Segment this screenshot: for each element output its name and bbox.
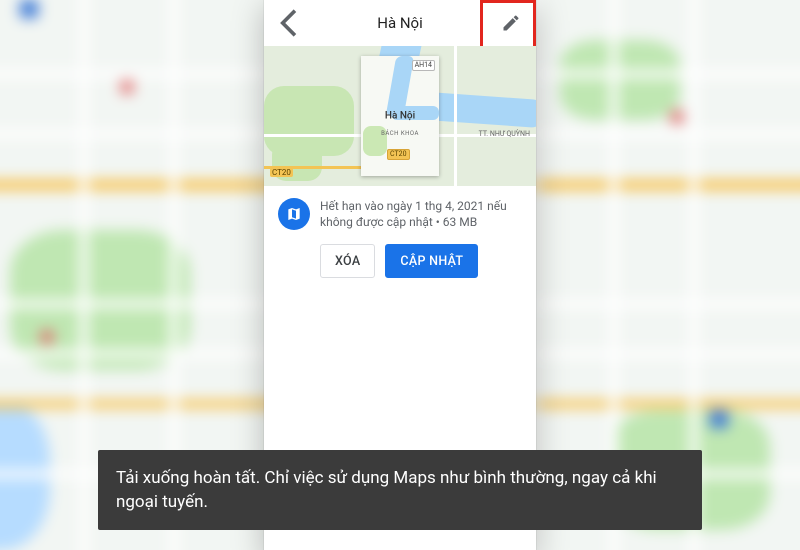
map-thumbnail[interactable]: AH14 CT20 Hà Nội BÁCH KHOA xyxy=(361,56,439,176)
road-label-ah14: AH14 xyxy=(412,60,435,71)
pencil-icon xyxy=(501,13,521,33)
map-preview-area: CT20 TT. NHƯ QUỲNH AH14 CT20 Hà Nội BÁCH… xyxy=(264,46,536,186)
caption-toast: Tải xuống hoàn tất. Chỉ việc sử dụng Map… xyxy=(98,450,702,530)
expiry-text: Hết hạn vào ngày 1 thg 4, 2021 nếu không… xyxy=(320,198,522,230)
page-title: Hà Nội xyxy=(377,14,422,32)
thumbnail-district-label: BÁCH KHOA xyxy=(381,130,419,137)
delete-button[interactable]: XÓA xyxy=(320,244,375,278)
info-row: Hết hạn vào ngày 1 thg 4, 2021 nếu không… xyxy=(264,186,536,242)
button-row: XÓA CẬP NHẬT xyxy=(264,244,536,278)
title-bar: Hà Nội xyxy=(264,0,536,46)
back-button[interactable] xyxy=(268,0,312,46)
update-button[interactable]: CẬP NHẬT xyxy=(385,244,478,278)
road-label-ct20: CT20 xyxy=(387,149,410,160)
map-label-side: TT. NHƯ QUỲNH xyxy=(479,130,530,138)
chevron-left-icon xyxy=(268,1,312,45)
thumbnail-city-label: Hà Nội xyxy=(385,111,415,122)
map-icon xyxy=(278,198,310,230)
map-label-side-left: CT20 xyxy=(270,168,293,177)
edit-button[interactable] xyxy=(492,4,530,42)
screenshot: Hà Nội CT20 TT. NHƯ QUỲNH AH14 CT20 Hà xyxy=(0,0,800,550)
